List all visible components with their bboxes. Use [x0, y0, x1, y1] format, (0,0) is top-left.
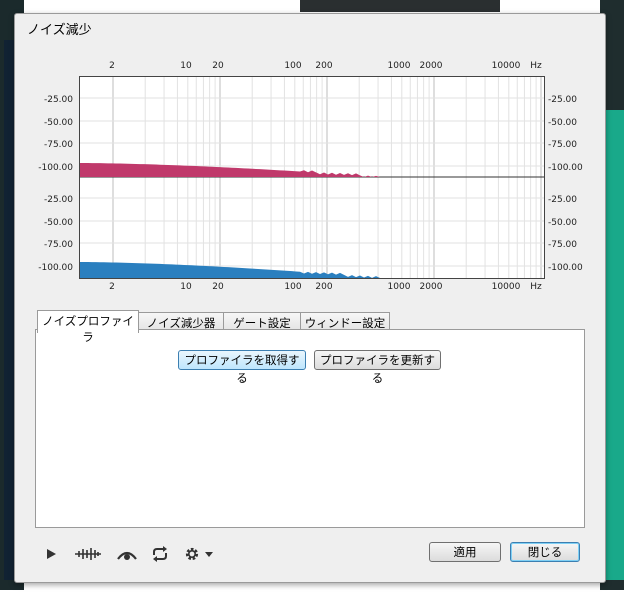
freq-tick-label: 100 [284, 282, 302, 292]
tab-label: ウィンドー設定 [304, 316, 386, 330]
freq-tick-label: 2 [109, 282, 115, 292]
db-tick-label: -75.00 [43, 140, 73, 150]
db-tick-label: -25.00 [43, 195, 73, 205]
noise-profile-channel-2 [80, 262, 380, 278]
update-profile-button[interactable]: プロファイラを更新する [314, 350, 441, 385]
tab-label: ノイズ減少器 [146, 316, 216, 330]
db-tick-label: -75.00 [548, 140, 578, 150]
freq-tick-label: 10 [180, 61, 192, 71]
freq-tick-label: 2000 [419, 61, 443, 71]
db-tick-label: -25.00 [548, 195, 578, 205]
noise-reduction-dialog: ノイズ減少 2 10 20 100 200 1000 2000 10000 Hz… [14, 13, 606, 583]
db-tick-label: -100.00 [548, 263, 583, 273]
db-tick-label: -100.00 [548, 163, 583, 173]
freq-tick-label: 2 [109, 61, 115, 71]
freq-tick-label: 10000 [491, 61, 521, 71]
freq-tick-label: 100 [284, 61, 302, 71]
tab-panel-noise-profiler: プロファイラを取得する プロファイラを更新する [35, 329, 585, 528]
freq-tick-label: 20 [212, 282, 224, 292]
db-tick-label: -25.00 [548, 95, 578, 105]
apply-button[interactable]: 適用 [429, 542, 501, 562]
waveform-icon[interactable] [73, 544, 103, 564]
spectrum-svg [80, 77, 544, 278]
get-profile-button[interactable]: プロファイラを取得する [178, 350, 306, 385]
db-tick-label: -50.00 [43, 218, 73, 228]
db-tick-label: -50.00 [548, 218, 578, 228]
freq-tick-label: 10 [180, 282, 192, 292]
background-app-top [300, 0, 500, 12]
db-tick-label: -100.00 [38, 263, 73, 273]
loop-icon[interactable] [149, 544, 171, 564]
freq-unit-label: Hz [530, 61, 542, 71]
freq-tick-label: 10000 [491, 282, 521, 292]
freq-tick-label: 1000 [387, 61, 411, 71]
noise-spectrum-graph [79, 76, 545, 279]
db-tick-label: -25.00 [43, 95, 73, 105]
gear-icon[interactable] [183, 544, 215, 564]
preview-icon[interactable] [115, 544, 139, 564]
db-tick-label: -100.00 [38, 163, 73, 173]
noise-profile-channel-1 [80, 163, 380, 177]
freq-unit-label: Hz [530, 282, 542, 292]
db-tick-label: -75.00 [43, 240, 73, 250]
play-icon[interactable] [43, 544, 59, 564]
freq-tick-label: 200 [315, 61, 333, 71]
close-button[interactable]: 閉じる [510, 542, 580, 562]
title-bar[interactable]: ノイズ減少 [15, 14, 605, 40]
db-tick-label: -50.00 [43, 118, 73, 128]
freq-tick-label: 20 [212, 61, 224, 71]
tab-noise-profiler[interactable]: ノイズプロファイラ [37, 310, 139, 344]
db-tick-label: -50.00 [548, 118, 578, 128]
freq-tick-label: 200 [315, 282, 333, 292]
freq-tick-label: 2000 [419, 282, 443, 292]
window-title: ノイズ減少 [27, 23, 92, 38]
db-tick-label: -75.00 [548, 240, 578, 250]
freq-tick-label: 1000 [387, 282, 411, 292]
tab-label: ゲート設定 [233, 316, 291, 330]
